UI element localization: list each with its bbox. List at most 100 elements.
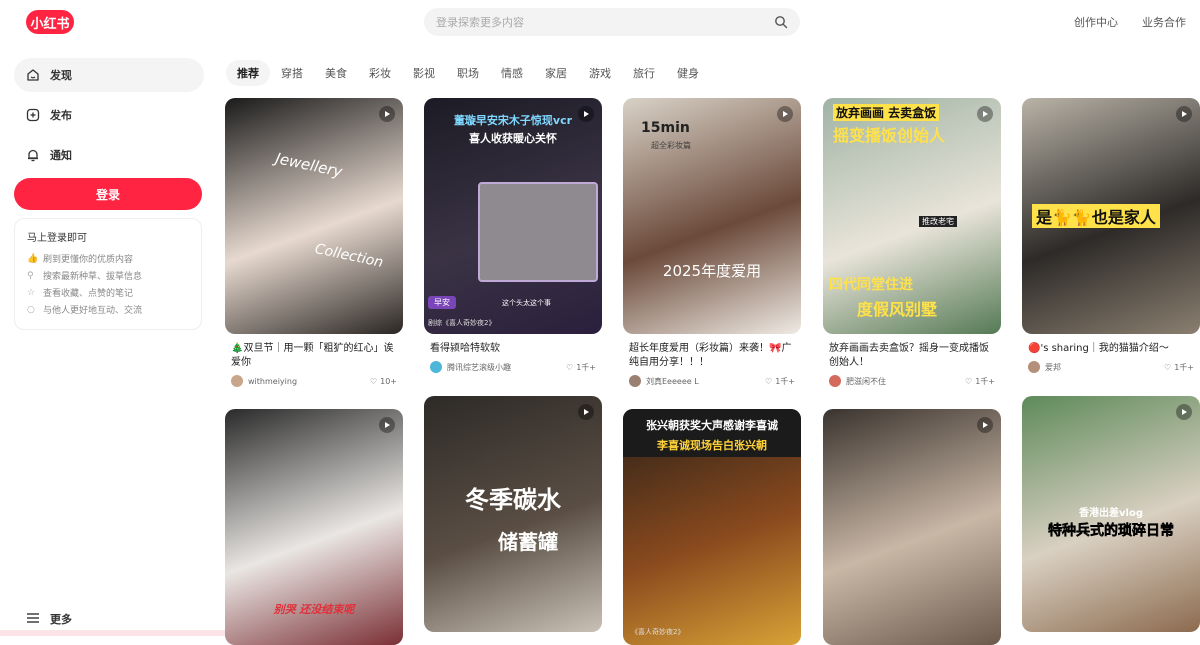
tab-career[interactable]: 职场 [446, 60, 490, 86]
like-count: 1千+ [576, 362, 596, 372]
feed-card[interactable]: 香港出差vlog 特种兵式的琐碎日常 [1022, 396, 1200, 632]
avatar[interactable] [1028, 361, 1040, 373]
video-play-icon [379, 417, 395, 433]
author-name[interactable]: 刘真Eeeeee L [646, 376, 765, 387]
thumb-overlay-text: 放弃画画 去卖盒饭 [833, 104, 940, 121]
card-thumbnail[interactable]: 张兴朝获奖大声感谢李喜诚 李喜诚现场告白张兴朝 《喜人奇妙夜2》 [623, 409, 801, 645]
top-header: 小红书 创作中心 业务合作 [0, 0, 1200, 44]
avatar[interactable] [231, 375, 243, 387]
card-thumbnail[interactable]: 放弃画画 去卖盒饭 摇变播饭创始人 推改老宅 四代同堂住进 度假风别墅 [823, 98, 1001, 334]
creator-center-link[interactable]: 创作中心 [1074, 14, 1118, 30]
video-play-icon [977, 106, 993, 122]
thumb-overlay-text: 董璇早安宋木子惊现vcr [453, 114, 573, 127]
login-button[interactable]: 登录 [14, 178, 202, 210]
author-name[interactable]: 爱邦 [1045, 362, 1164, 373]
plus-square-icon [26, 108, 40, 122]
chat-icon: ○ [27, 304, 35, 315]
card-thumbnail[interactable]: 15min 超全彩妆篇 2025年度爱用 [623, 98, 801, 334]
sidebar-item-discover[interactable]: 发现 [14, 58, 204, 92]
thumb-overlay-text: 张兴朝获奖大声感谢李喜诚 [646, 419, 778, 432]
like-button[interactable]: ♡ 1千+ [965, 376, 995, 387]
tab-fitness[interactable]: 健身 [666, 60, 710, 86]
thumb-overlay-text: 超全彩妆篇 [651, 141, 691, 150]
card-thumbnail[interactable]: 冬季碳水 储蓄罐 [424, 396, 602, 632]
thumb-overlay-text: Collection [313, 240, 385, 272]
tab-film[interactable]: 影视 [402, 60, 446, 86]
author-name[interactable]: 肥滋闲不住 [846, 376, 965, 387]
tab-travel[interactable]: 旅行 [622, 60, 666, 86]
card-meta: 腾讯综艺滚级小趣 ♡ 1千+ [424, 360, 602, 374]
card-meta: 爱邦 ♡ 1千+ [1022, 360, 1200, 374]
feed-card[interactable]: 是🐈🐈也是家人 🔴's sharing｜我的猫猫介绍～ 爱邦 ♡ 1千+ [1022, 98, 1200, 374]
tab-makeup[interactable]: 彩妆 [358, 60, 402, 86]
tab-outfit[interactable]: 穿搭 [270, 60, 314, 86]
sidebar-item-label: 发现 [50, 69, 72, 82]
tab-home[interactable]: 家居 [534, 60, 578, 86]
star-icon: ☆ [27, 287, 36, 298]
like-count: 1千+ [1174, 362, 1194, 372]
tab-game[interactable]: 游戏 [578, 60, 622, 86]
feed-card[interactable]: 冬季碳水 储蓄罐 [424, 396, 602, 632]
card-thumbnail[interactable]: 是🐈🐈也是家人 [1022, 98, 1200, 334]
feed-card[interactable]: Jewellery Collection 🎄双旦节｜用一颗「粗犷的红心」诶爱你 … [225, 98, 403, 388]
thumbs-up-icon: 👍 [27, 253, 39, 264]
thumb-overlay-text: Jewellery [273, 149, 345, 181]
card-thumbnail[interactable]: 别哭 还没结束呢 [225, 409, 403, 645]
login-benefit-row: ☆ 查看收藏、点赞的笔记 [27, 284, 189, 301]
thumb-overlay-text: 喜人收获暖心关怀 [469, 132, 557, 145]
search-bar[interactable] [424, 8, 800, 36]
feed-card[interactable]: 张兴朝获奖大声感谢李喜诚 李喜诚现场告白张兴朝 《喜人奇妙夜2》 [623, 409, 801, 645]
card-thumbnail[interactable]: 香港出差vlog 特种兵式的琐碎日常 [1022, 396, 1200, 632]
card-caption: 超长年度爱用（彩妆篇）来袭！🎀广纯自用分享！！！ [629, 343, 792, 368]
tab-emotion[interactable]: 情感 [490, 60, 534, 86]
thumb-overlay-text: 是🐈🐈也是家人 [1032, 204, 1160, 228]
video-play-icon [379, 106, 395, 122]
card-meta: 肥滋闲不住 ♡ 1千+ [823, 374, 1001, 388]
feed-card[interactable] [823, 409, 1001, 645]
like-count: 1千+ [975, 376, 995, 386]
login-benefit-text: 查看收藏、点赞的笔记 [43, 289, 134, 299]
login-benefit-row: 👍 刷到更懂你的优质内容 [27, 250, 189, 267]
thumb-overlay-text: 特种兵式的琐碎日常 [1048, 523, 1175, 540]
video-play-icon [578, 404, 594, 420]
login-benefit-text: 与他人更好地互动、交流 [43, 306, 143, 316]
sidebar-more-label: 更多 [50, 613, 72, 626]
feed-card[interactable]: 董璇早安宋木子惊现vcr 喜人收获暖心关怀 早安 这个头太这个事 剧综《喜人奇妙… [424, 98, 602, 374]
author-name[interactable]: 腾讯综艺滚级小趣 [447, 362, 566, 373]
sidebar-item-publish[interactable]: 发布 [14, 98, 204, 132]
thumb-overlay-text: 2025年度爱用 [662, 262, 762, 280]
thumb-overlay-text: 李喜诚现场告白张兴朝 [657, 439, 767, 452]
card-thumbnail[interactable] [823, 409, 1001, 645]
sidebar-item-label: 发布 [50, 109, 72, 122]
like-button[interactable]: ♡ 1千+ [566, 362, 596, 373]
heart-icon: ♡ [566, 362, 574, 372]
heart-icon: ♡ [965, 376, 973, 386]
sidebar-item-notifications[interactable]: 通知 [14, 138, 204, 172]
feed-card[interactable]: 放弃画画 去卖盒饭 摇变播饭创始人 推改老宅 四代同堂住进 度假风别墅 放弃画画… [823, 98, 1001, 388]
feed-card[interactable]: 别哭 还没结束呢 [225, 409, 403, 645]
thumb-overlay-text: 剧综《喜人奇妙夜2》 [428, 319, 496, 327]
business-cooperation-link[interactable]: 业务合作 [1142, 14, 1186, 30]
like-button[interactable]: ♡ 1千+ [1164, 362, 1194, 373]
video-play-icon [1176, 106, 1192, 122]
thumb-overlay-text: 储蓄罐 [498, 530, 558, 554]
thumb-overlay-text: 早安 [428, 296, 456, 309]
search-icon[interactable] [774, 15, 788, 29]
avatar[interactable] [829, 375, 841, 387]
xiaohongshu-logo[interactable]: 小红书 [26, 10, 74, 34]
card-thumbnail[interactable]: 董璇早安宋木子惊现vcr 喜人收获暖心关怀 早安 这个头太这个事 剧综《喜人奇妙… [424, 98, 602, 334]
search-input[interactable] [436, 15, 774, 29]
avatar[interactable] [629, 375, 641, 387]
author-name[interactable]: withmeiying [248, 377, 370, 386]
login-benefit-text: 搜索最新种草、拔草信息 [43, 272, 143, 282]
like-button[interactable]: ♡ 10+ [370, 377, 397, 386]
thumb-overlay-text: 15min [641, 120, 690, 136]
avatar[interactable] [430, 361, 442, 373]
card-thumbnail[interactable]: Jewellery Collection [225, 98, 403, 334]
tab-recommend[interactable]: 推荐 [226, 60, 270, 86]
like-button[interactable]: ♡ 1千+ [765, 376, 795, 387]
tab-food[interactable]: 美食 [314, 60, 358, 86]
card-caption: 🎄双旦节｜用一颗「粗犷的红心」诶爱你 [231, 343, 394, 368]
bell-icon [26, 148, 40, 162]
feed-card[interactable]: 15min 超全彩妆篇 2025年度爱用 超长年度爱用（彩妆篇）来袭！🎀广纯自用… [623, 98, 801, 388]
